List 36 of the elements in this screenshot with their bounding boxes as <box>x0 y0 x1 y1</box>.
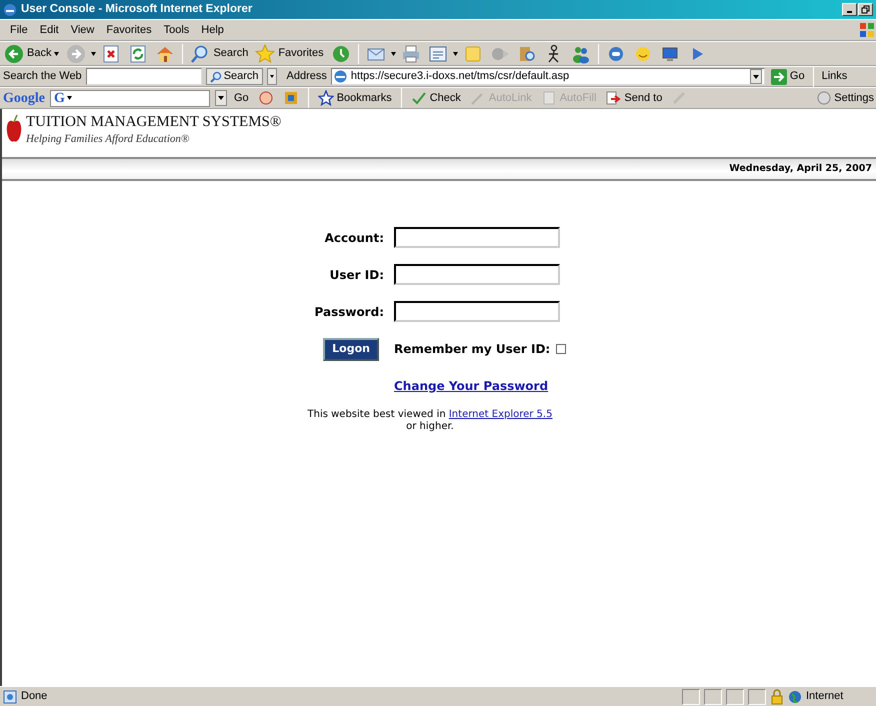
date-text: Wednesday, April 25, 2007 <box>729 162 872 176</box>
settings-button[interactable]: Settings <box>815 90 876 106</box>
menu-item[interactable]: View <box>64 20 100 40</box>
favorites-button[interactable]: Favorites <box>253 44 326 64</box>
menu-item[interactable]: Favorites <box>100 20 158 40</box>
search-button[interactable]: Search <box>206 68 263 85</box>
search-button[interactable]: Search <box>188 44 250 64</box>
address-field[interactable]: https://secure3.i-doxs.net/tms/csr/default.asp <box>330 68 765 85</box>
go-button[interactable]: Go <box>768 68 807 85</box>
field-label: User ID: <box>328 266 384 284</box>
menu-item[interactable]: Tools <box>158 20 196 40</box>
browser-link[interactable]: Internet Explorer 5.5 <box>448 408 552 420</box>
tagline: Helping Families Afford Education® <box>26 132 190 147</box>
change-password-link[interactable]: Change Your Password <box>394 376 560 394</box>
status-text: Done <box>21 689 48 704</box>
field-label: Account: <box>324 230 384 246</box>
address-label: Address <box>286 69 327 84</box>
window-title: User Console - Microsoft Internet Explorer <box>21 2 252 17</box>
menu-item[interactable]: File <box>4 20 34 40</box>
note-text: This website best viewed in Internet Explorer 5.5 or higher. <box>306 408 554 432</box>
menu-item[interactable]: Edit <box>34 20 65 40</box>
links-button[interactable]: Links <box>820 68 850 85</box>
back-button[interactable]: Back <box>2 44 62 64</box>
search-label: Search the Web <box>3 69 82 84</box>
google-logo: Google <box>3 90 45 108</box>
brand-name: TUITION MANAGEMENT SYSTEMS® <box>26 114 282 131</box>
go-button[interactable]: Go <box>232 90 251 106</box>
g-menu-button[interactable]: G <box>50 90 210 106</box>
sendto-button[interactable]: Send to <box>603 90 664 106</box>
logon-button[interactable]: Logon <box>323 338 379 360</box>
check-button[interactable]: Check <box>408 90 463 106</box>
bookmarks-button[interactable]: Bookmarks <box>316 90 394 106</box>
remember-label: Remember my User ID: <box>394 341 550 358</box>
field-label: Password: <box>314 304 384 320</box>
menu-item[interactable]: Help <box>195 20 230 40</box>
zone-text: Internet <box>806 689 844 704</box>
